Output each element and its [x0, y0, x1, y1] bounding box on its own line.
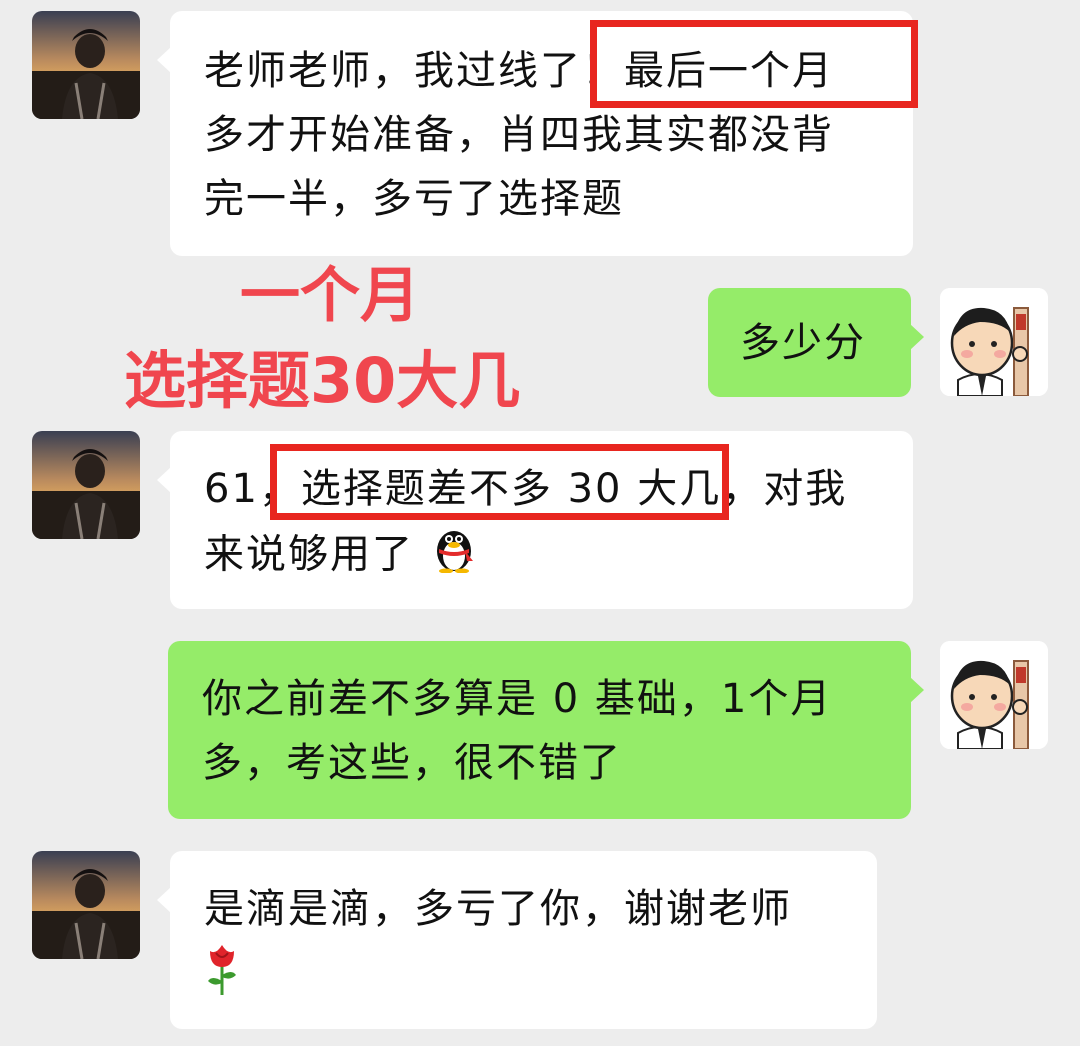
message-bubble-outgoing[interactable]: 多少分	[708, 288, 924, 397]
bubble-tail	[157, 887, 171, 913]
message-text-line: 多少分	[740, 320, 866, 366]
penguin-emoji	[429, 521, 479, 592]
avatar-student-image	[32, 431, 140, 539]
highlight-box	[270, 444, 729, 520]
avatar-student-image	[32, 851, 140, 959]
annotation-note-1: 一个月	[240, 261, 420, 331]
message-text-line: 是滴是滴，多亏了你，谢谢老师	[204, 886, 792, 932]
message-text-line: 多，考这些，很不错了	[202, 740, 622, 786]
annotation-note-2: 选择题30大几	[124, 344, 521, 417]
avatar-teacher-image	[940, 288, 1048, 396]
bubble-tail	[910, 324, 924, 350]
message-text: 来说够用了	[204, 531, 414, 578]
bubble-tail	[157, 467, 171, 493]
avatar-student[interactable]	[32, 851, 140, 959]
bubble-tail	[910, 677, 924, 703]
avatar-teacher-image	[940, 641, 1048, 749]
avatar-teacher[interactable]	[940, 641, 1048, 749]
rose-emoji	[204, 941, 240, 1016]
message-emoji-line	[204, 941, 877, 1016]
avatar-student[interactable]	[32, 431, 140, 539]
avatar-student[interactable]	[32, 11, 140, 119]
message-text-line: 完一半，多亏了选择题	[204, 176, 624, 222]
avatar-teacher[interactable]	[940, 288, 1048, 396]
message-text-line-with-emoji: 来说够用了	[204, 521, 913, 592]
highlight-box	[590, 20, 918, 108]
avatar-student-image	[32, 11, 140, 119]
bubble-tail	[157, 47, 171, 73]
message-text-line: 多才开始准备，肖四我其实都没背	[204, 112, 834, 158]
message-bubble-outgoing[interactable]: 你之前差不多算是 0 基础，1个月 多，考这些，很不错了	[168, 641, 924, 819]
message-bubble-incoming[interactable]: 是滴是滴，多亏了你，谢谢老师	[157, 851, 877, 1029]
message-text-line: 你之前差不多算是 0 基础，1个月	[202, 676, 833, 722]
